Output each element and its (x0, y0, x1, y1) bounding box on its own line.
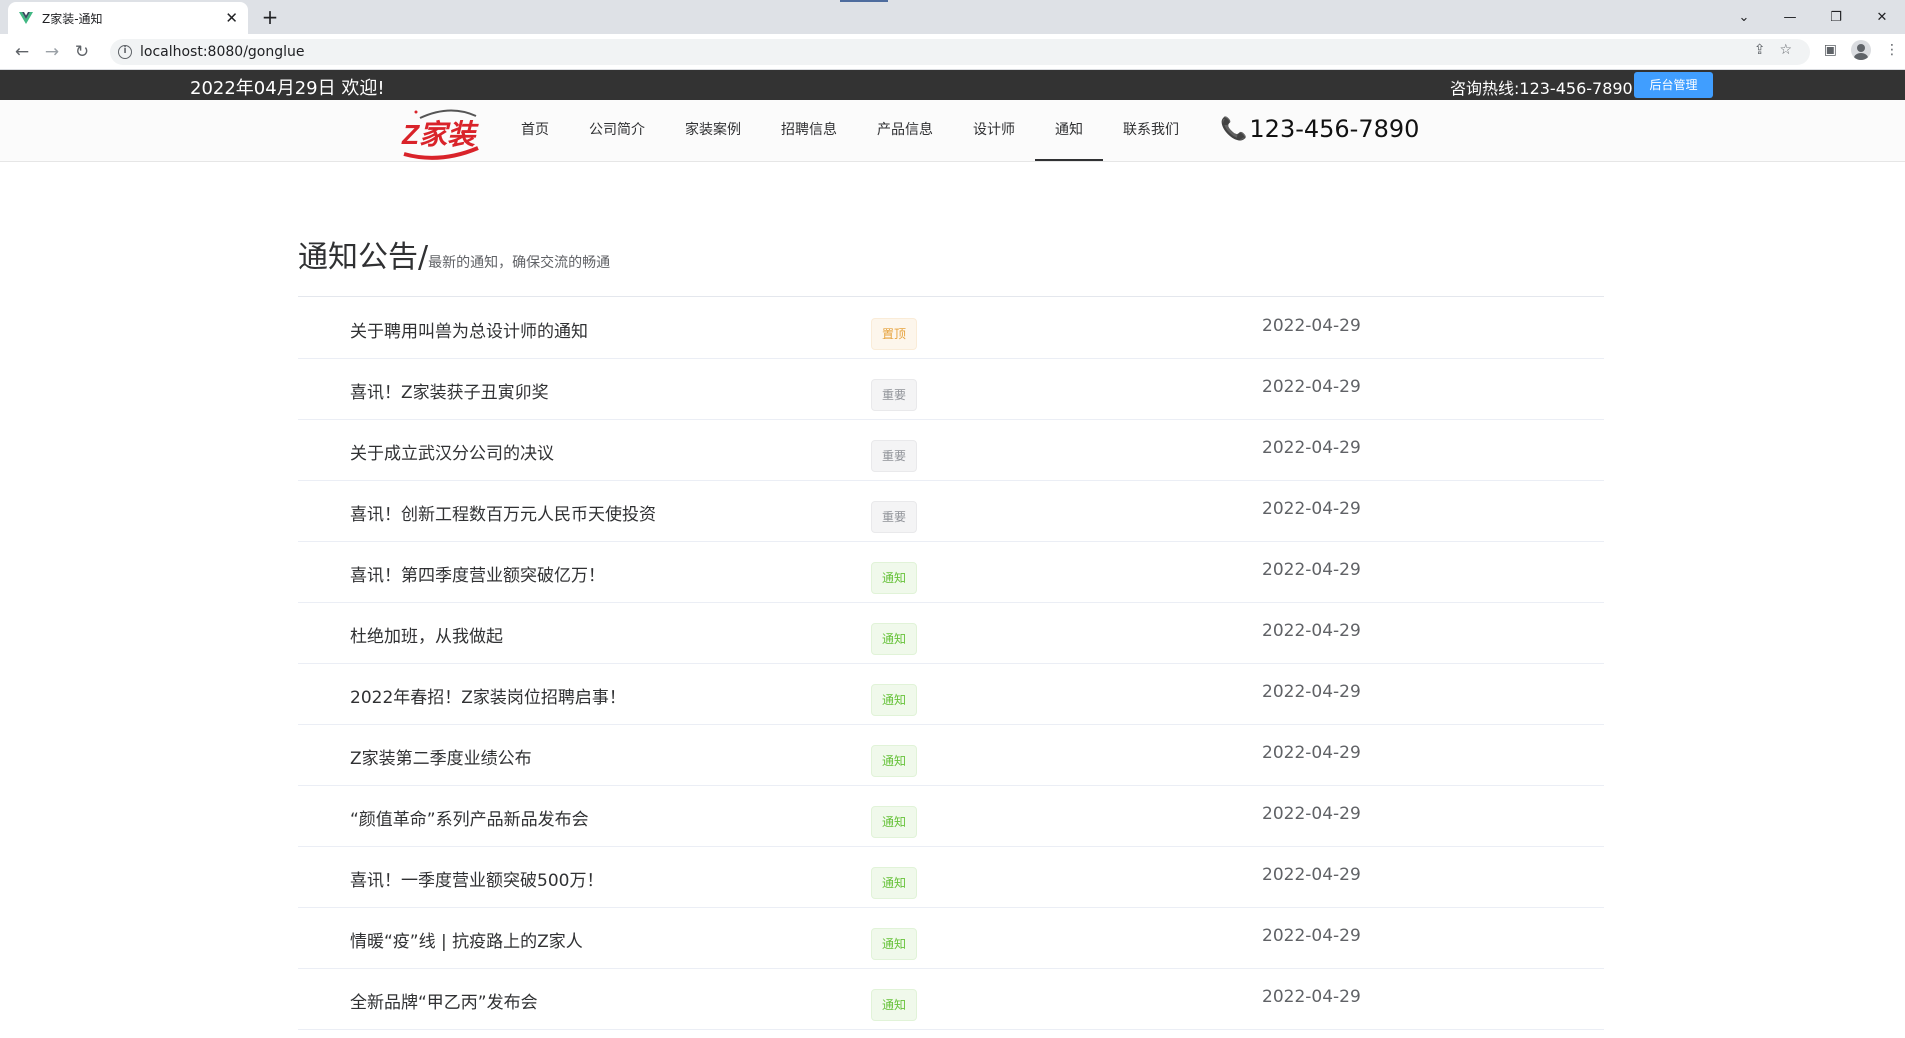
notice-date: 2022-04-29 (1262, 316, 1361, 336)
browser-tab-bar: Z家装-通知 ✕ + ⌄ — ❐ ✕ (0, 0, 1905, 34)
site-info-icon[interactable]: i (118, 45, 132, 59)
notice-date: 2022-04-29 (1262, 743, 1361, 763)
profile-avatar-icon[interactable] (1851, 40, 1871, 60)
side-panel-icon[interactable]: ▣ (1824, 42, 1837, 58)
notice-tag: 通知 (871, 928, 917, 960)
notice-list: 关于聘用叫兽为总设计师的通知 置顶 2022-04-29 喜讯！Z家装获子丑寅卯奖 重要… (298, 298, 1604, 1030)
notice-row[interactable]: 喜讯！一季度营业额突破500万！ 通知 2022-04-29 (298, 847, 1604, 908)
notice-tag: 通知 (871, 745, 917, 777)
notice-tag: 通知 (871, 806, 917, 838)
tab-title: Z家装-通知 (42, 11, 103, 26)
notice-row[interactable]: 喜讯！Z家装获子丑寅卯奖 重要 2022-04-29 (298, 359, 1604, 420)
notice-title[interactable]: 关于聘用叫兽为总设计师的通知 (350, 317, 588, 342)
tab-search-indicator (840, 0, 888, 2)
notice-row[interactable]: 2022年春招！Z家装岗位招聘启事！ 通知 2022-04-29 (298, 664, 1604, 725)
close-tab-icon[interactable]: ✕ (225, 10, 238, 26)
nav-phone: 📞 123-456-7890 (1220, 115, 1419, 143)
notice-date: 2022-04-29 (1262, 682, 1361, 702)
notice-tag: 通知 (871, 562, 917, 594)
reload-icon[interactable]: ↻ (70, 40, 94, 64)
notice-row[interactable]: 全新品牌“甲乙丙”发布会 通知 2022-04-29 (298, 969, 1604, 1030)
notice-row[interactable]: 关于成立武汉分公司的决议 重要 2022-04-29 (298, 420, 1604, 481)
minimize-icon[interactable]: — (1767, 0, 1813, 34)
vue-logo-icon (19, 12, 33, 24)
notice-date: 2022-04-29 (1262, 499, 1361, 519)
share-icon[interactable]: ⇪ (1754, 42, 1766, 58)
page-subtitle: 最新的通知，确保交流的畅通 (428, 255, 611, 271)
notice-title[interactable]: 2022年春招！Z家装岗位招聘启事！ (350, 683, 626, 708)
nav-products[interactable]: 产品信息 (872, 100, 938, 161)
browser-tab[interactable]: Z家装-通知 ✕ (8, 2, 248, 34)
notice-title[interactable]: 全新品牌“甲乙丙”发布会 (350, 988, 538, 1013)
nav-company-intro[interactable]: 公司简介 (584, 100, 650, 161)
menu-kebab-icon[interactable]: ⋮ (1885, 42, 1899, 58)
notice-row[interactable]: 关于聘用叫兽为总设计师的通知 置顶 2022-04-29 (298, 298, 1604, 359)
notice-title[interactable]: 情暖“疫”线 | 抗疫路上的Z家人 (350, 927, 583, 952)
notice-row[interactable]: Z家装第二季度业绩公布 通知 2022-04-29 (298, 725, 1604, 786)
notice-tag: 置顶 (871, 318, 917, 350)
heading-divider (298, 296, 1604, 297)
nav-notices[interactable]: 通知 (1035, 100, 1103, 161)
notice-row[interactable]: 喜讯！创新工程数百万元人民币天使投资 重要 2022-04-29 (298, 481, 1604, 542)
forward-arrow-icon[interactable]: → (40, 40, 64, 64)
nav-home[interactable]: 首页 (516, 100, 554, 161)
close-window-icon[interactable]: ✕ (1859, 0, 1905, 34)
bookmark-star-icon[interactable]: ☆ (1779, 42, 1792, 58)
notice-tag: 通知 (871, 867, 917, 899)
notice-date: 2022-04-29 (1262, 987, 1361, 1007)
notice-date: 2022-04-29 (1262, 621, 1361, 641)
z-home-logo[interactable]: Z家装 (400, 104, 482, 160)
notice-tag: 重要 (871, 379, 917, 411)
welcome-date: 2022年04月29日 欢迎! (190, 78, 385, 99)
logo-text: Z家装 (401, 119, 479, 150)
main-nav-bar: Z家装 首页 公司简介 家装案例 招聘信息 产品信息 设计师 通知 联系我们 📞… (0, 100, 1905, 162)
new-tab-icon[interactable]: + (258, 5, 282, 29)
page-content: 2022年04月29日 欢迎! 咨询热线:123-456-7890 后台管理 Z… (0, 70, 1905, 1038)
notice-date: 2022-04-29 (1262, 377, 1361, 397)
notice-tag: 通知 (871, 623, 917, 655)
nav-designers[interactable]: 设计师 (968, 100, 1020, 161)
section-heading: 通知公告/ 最新的通知，确保交流的畅通 (298, 232, 610, 276)
notice-tag: 重要 (871, 501, 917, 533)
notice-row[interactable]: 喜讯！第四季度营业额突破亿万！ 通知 2022-04-29 (298, 542, 1604, 603)
nav-contact[interactable]: 联系我们 (1118, 100, 1184, 161)
nav-recruitment[interactable]: 招聘信息 (776, 100, 842, 161)
back-arrow-icon[interactable]: ← (10, 40, 34, 64)
notice-tag: 通知 (871, 684, 917, 716)
notice-title[interactable]: 喜讯！一季度营业额突破500万！ (350, 866, 603, 891)
browser-address-bar: ← → ↻ i localhost:8080/gonglue ⇪ ☆ ▣ ⋮ (0, 34, 1905, 70)
notice-title[interactable]: 杜绝加班，从我做起 (350, 622, 503, 647)
notice-title[interactable]: 喜讯！创新工程数百万元人民币天使投资 (350, 500, 656, 525)
top-info-bar: 2022年04月29日 欢迎! 咨询热线:123-456-7890 后台管理 (0, 70, 1905, 100)
notice-date: 2022-04-29 (1262, 865, 1361, 885)
notice-title[interactable]: 喜讯！Z家装获子丑寅卯奖 (350, 378, 549, 403)
notice-tag: 通知 (871, 989, 917, 1021)
notice-date: 2022-04-29 (1262, 560, 1361, 580)
notice-title[interactable]: 关于成立武汉分公司的决议 (350, 439, 554, 464)
notice-tag: 重要 (871, 440, 917, 472)
notice-row[interactable]: 情暖“疫”线 | 抗疫路上的Z家人 通知 2022-04-29 (298, 908, 1604, 969)
notice-title[interactable]: Z家装第二季度业绩公布 (350, 744, 532, 769)
nav-home-cases[interactable]: 家装案例 (680, 100, 746, 161)
notice-row[interactable]: “颜值革命”系列产品新品发布会 通知 2022-04-29 (298, 786, 1604, 847)
nav-phone-number: 123-456-7890 (1249, 115, 1420, 143)
notice-row[interactable]: 杜绝加班，从我做起 通知 2022-04-29 (298, 603, 1604, 664)
chevron-down-icon[interactable]: ⌄ (1721, 0, 1767, 34)
page-title: 通知公告/ (298, 240, 429, 275)
admin-button[interactable]: 后台管理 (1634, 72, 1713, 98)
restore-icon[interactable]: ❐ (1813, 0, 1859, 34)
notice-date: 2022-04-29 (1262, 804, 1361, 824)
phone-icon: 📞 (1220, 116, 1248, 142)
notice-date: 2022-04-29 (1262, 926, 1361, 946)
notice-date: 2022-04-29 (1262, 438, 1361, 458)
url-omnibox[interactable]: i localhost:8080/gonglue ⇪ ☆ (110, 39, 1810, 65)
url-text[interactable]: localhost:8080/gonglue (140, 44, 305, 60)
hotline-text: 咨询热线:123-456-7890 (1450, 79, 1633, 98)
window-controls: ⌄ — ❐ ✕ (1721, 0, 1905, 34)
notice-title[interactable]: “颜值革命”系列产品新品发布会 (350, 805, 589, 830)
notice-title[interactable]: 喜讯！第四季度营业额突破亿万！ (350, 561, 605, 586)
